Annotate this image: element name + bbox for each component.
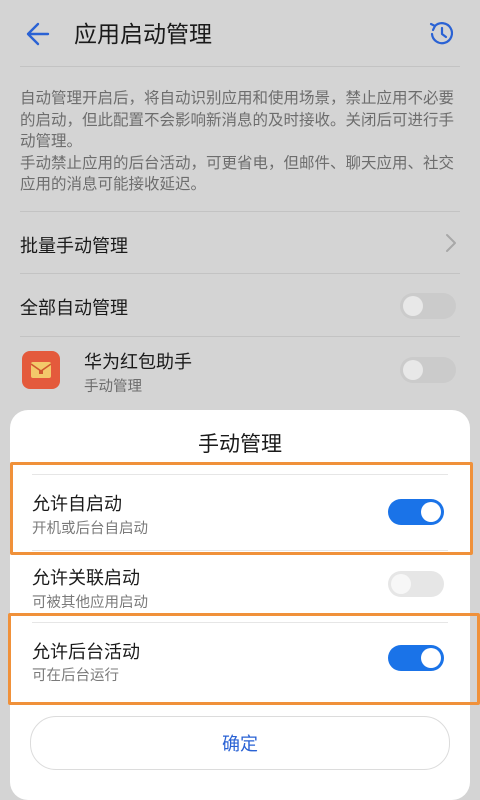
header-bar: 应用启动管理 xyxy=(0,0,480,68)
toggle-knob xyxy=(403,360,423,380)
description-text: 自动管理开启后，将自动识别应用和使用场景，禁止应用不必要的启动，但此配置不会影响… xyxy=(20,88,458,196)
description-paragraph-2: 手动禁止应用的后台活动，可更省电，但邮件、聊天应用、社交应用的消息可能接收延迟。 xyxy=(20,153,455,194)
highlight-background xyxy=(8,613,480,705)
highlight-autostart xyxy=(10,462,473,555)
auto-manage-all-label: 全部自动管理 xyxy=(20,298,128,319)
red-envelope-icon xyxy=(22,351,60,389)
auto-manage-all-row: 全部自动管理 xyxy=(20,274,460,336)
batch-manual-row[interactable]: 批量手动管理 xyxy=(20,212,460,274)
history-clock-icon[interactable] xyxy=(426,18,458,50)
option-title: 允许关联启动 xyxy=(32,568,140,589)
confirm-button[interactable]: 确定 xyxy=(30,716,450,770)
batch-manual-label: 批量手动管理 xyxy=(20,236,128,257)
option-subtitle: 可被其他应用启动 xyxy=(32,595,148,611)
header-divider xyxy=(20,66,460,67)
app-launch-manager-page: 应用启动管理 自动管理开启后，将自动识别应用和使用场景，禁止应用不必要的启动，但… xyxy=(0,0,480,800)
app-status: 手动管理 xyxy=(84,379,142,395)
page-title: 应用启动管理 xyxy=(74,22,212,48)
row-divider xyxy=(20,336,460,337)
description-paragraph-1: 自动管理开启后，将自动识别应用和使用场景，禁止应用不必要的启动，但此配置不会影响… xyxy=(20,89,455,150)
toggle-knob xyxy=(391,574,411,594)
app-toggle[interactable] xyxy=(400,357,456,383)
auto-manage-all-toggle[interactable] xyxy=(400,293,456,319)
toggle-knob xyxy=(403,296,423,316)
back-arrow-icon[interactable] xyxy=(18,18,50,50)
chevron-right-icon xyxy=(446,234,456,252)
sheet-title: 手动管理 xyxy=(198,432,282,456)
app-name: 华为红包助手 xyxy=(84,352,192,373)
associated-start-toggle[interactable] xyxy=(388,571,444,597)
